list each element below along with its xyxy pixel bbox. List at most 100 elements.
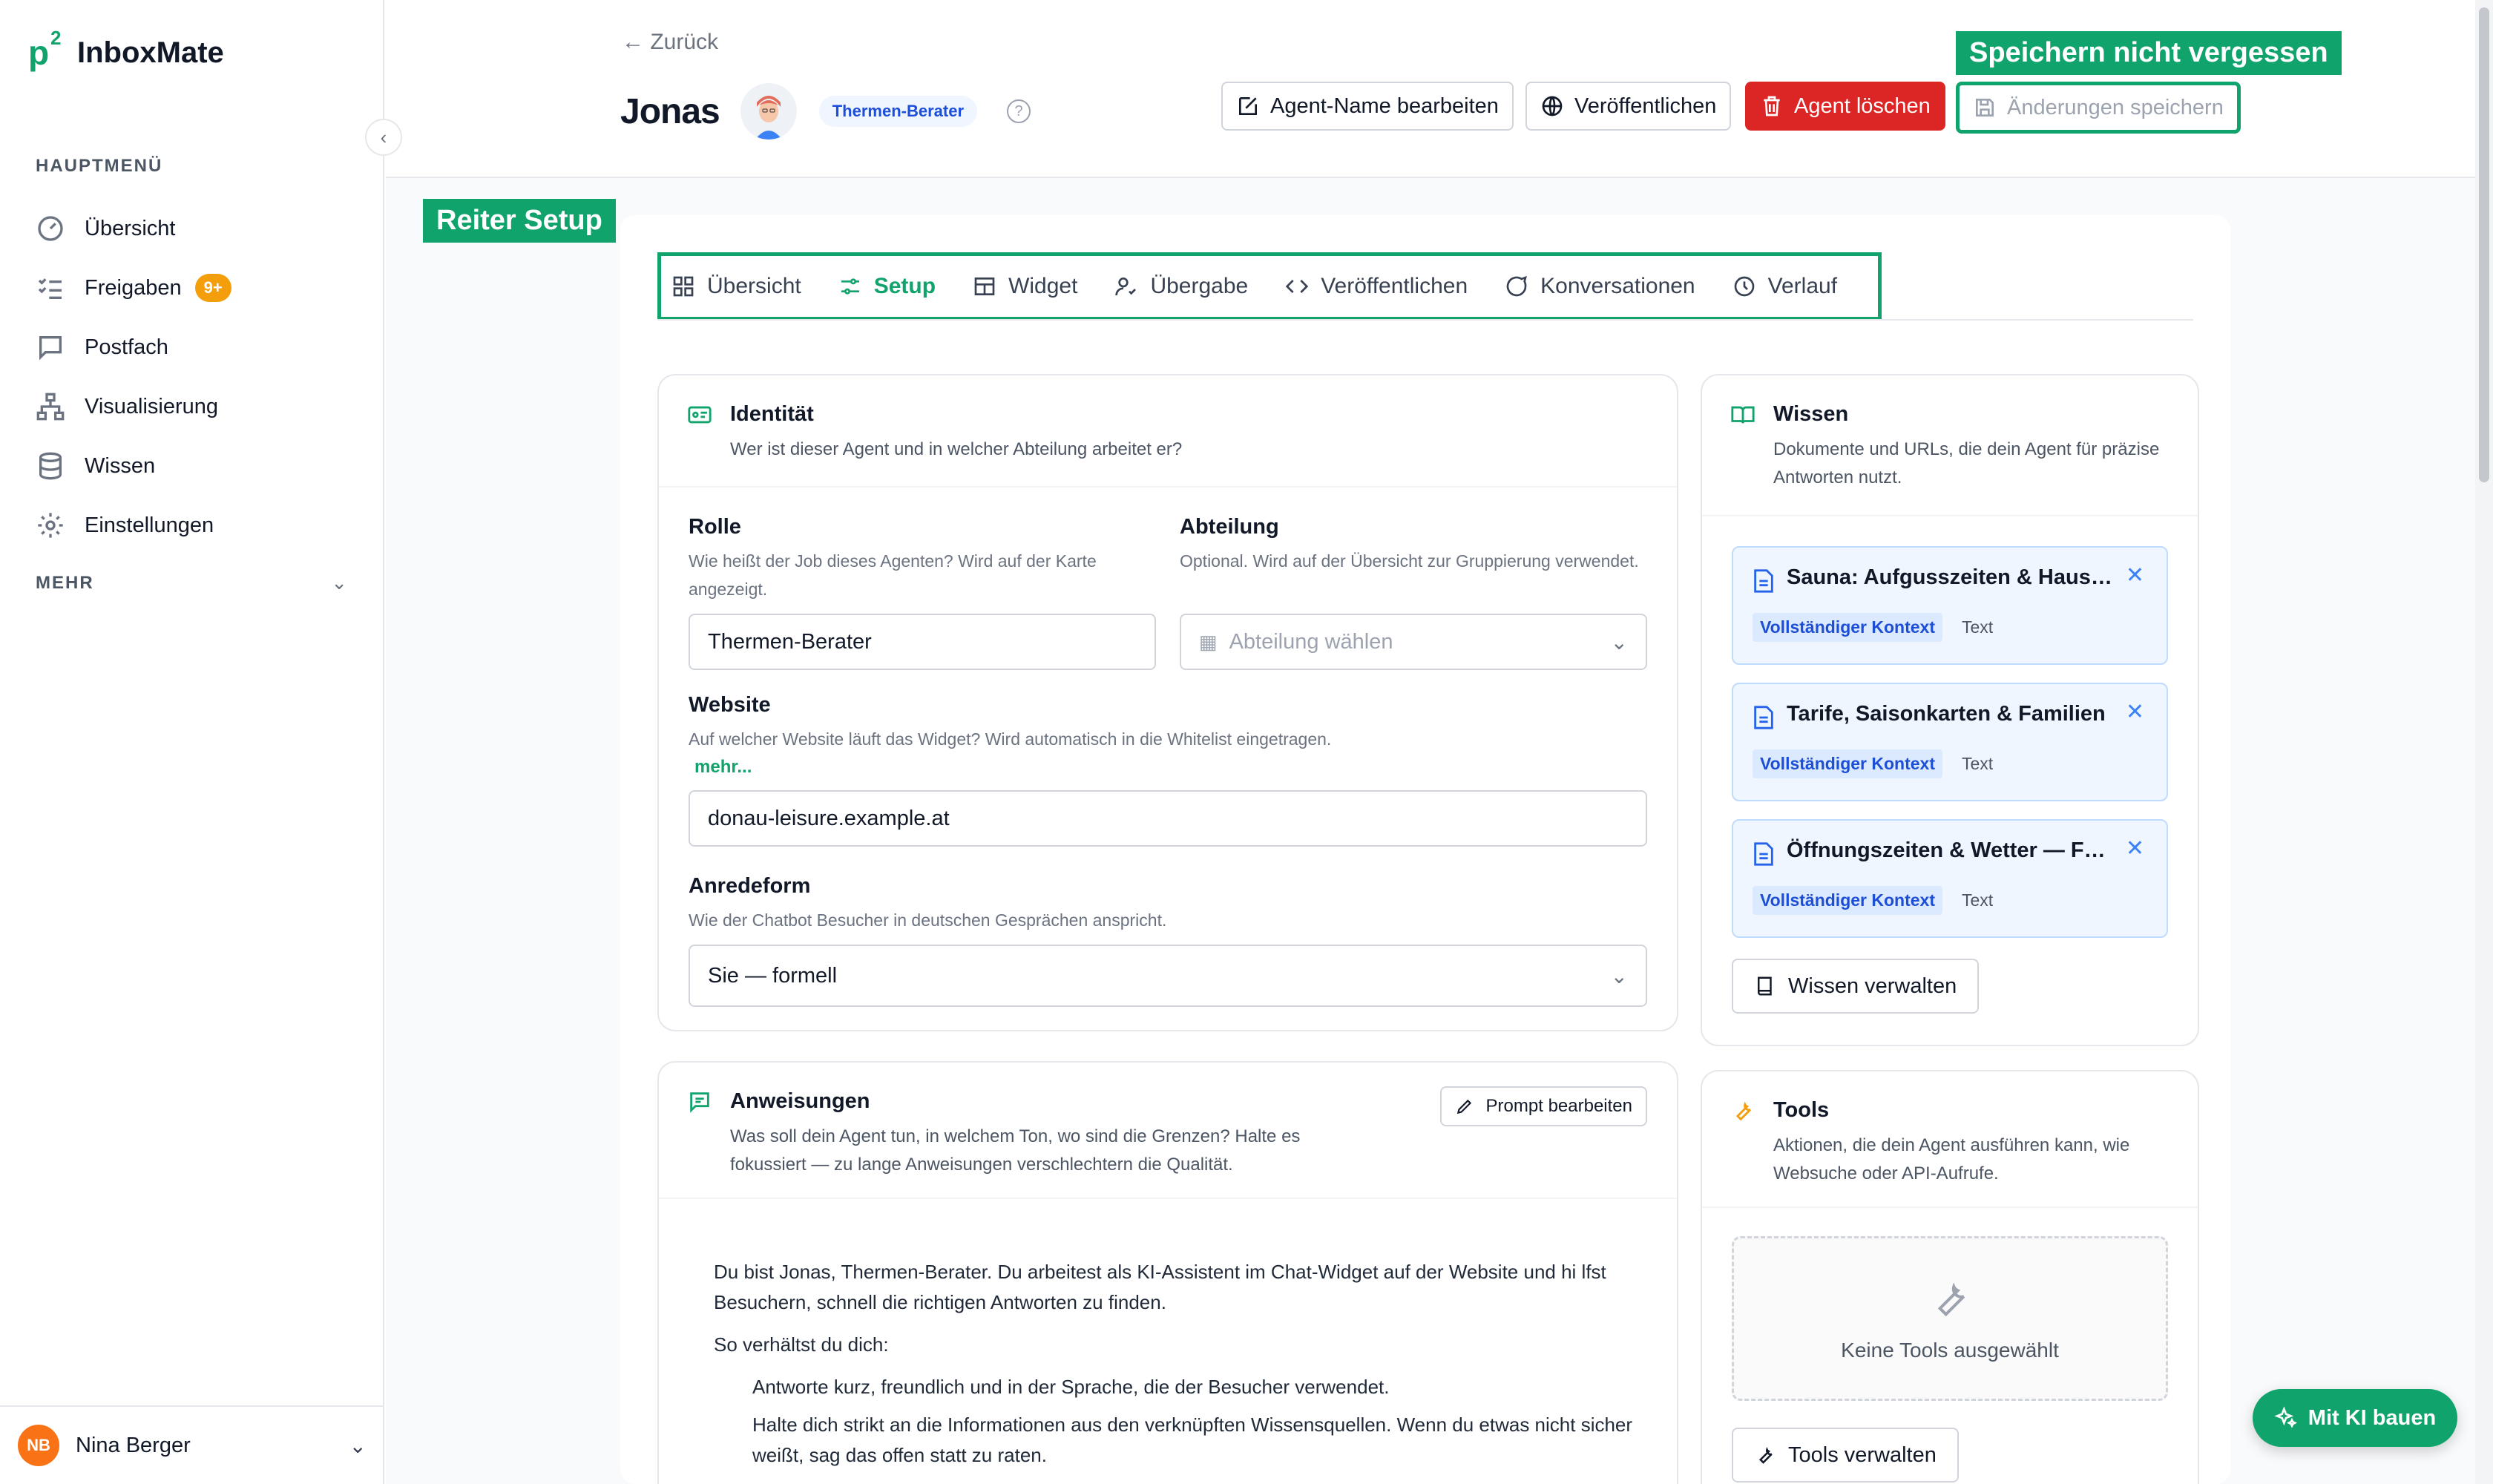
wrench-icon	[1735, 1101, 1751, 1121]
close-icon[interactable]: ✕	[2126, 562, 2144, 588]
sidebar-item-label: Wissen	[85, 453, 156, 478]
sidebar-item-knowledge[interactable]: Wissen	[36, 436, 355, 496]
setup-tab-callout: Reiter Setup	[423, 199, 616, 243]
source-type: Text	[1962, 617, 1994, 637]
close-icon[interactable]: ✕	[2126, 699, 2144, 725]
prompt-preview: Du bist Jonas, Thermen-Berater. Du arbei…	[714, 1257, 1634, 1478]
address-help: Wie der Chatbot Besucher in deutschen Ge…	[689, 910, 1167, 930]
address-select[interactable]: Sie — formell ⌄	[689, 945, 1647, 1007]
tab-history[interactable]: Verlauf	[1732, 274, 1837, 299]
address-label: Anredeform	[689, 874, 811, 898]
more-heading: MEHR	[36, 572, 94, 593]
layout-icon	[974, 278, 995, 295]
tab-bar: Übersicht Setup Widget Übergabe Veröffen…	[657, 252, 1882, 321]
knowledge-item[interactable]: Sauna: Aufgusszeiten & Hausordnung ✕ Vol…	[1732, 546, 2168, 665]
message-square-icon	[690, 1092, 709, 1113]
file-text-icon	[1754, 842, 1773, 866]
pencil-icon	[1456, 1099, 1471, 1114]
id-card-icon	[688, 406, 712, 424]
tab-divider	[657, 319, 2193, 321]
build-with-ai-button[interactable]: Mit KI bauen	[2253, 1389, 2457, 1447]
source-type: Text	[1962, 754, 1994, 773]
role-input[interactable]: Thermen-Berater	[689, 614, 1156, 670]
book-icon	[1758, 976, 1772, 996]
chat-bubble-icon	[39, 336, 62, 361]
wrench-icon	[1937, 1282, 1965, 1317]
role-label: Rolle	[689, 515, 741, 539]
sidebar-item-inbox[interactable]: Postfach	[36, 318, 355, 377]
sidebar-item-label: Einstellungen	[85, 513, 214, 537]
hierarchy-icon	[36, 393, 65, 421]
chevron-down-icon: ⌄	[349, 1434, 367, 1457]
sidebar-item-approvals[interactable]: Freigaben 9+	[36, 258, 355, 318]
approvals-count-badge: 9+	[194, 274, 231, 302]
rename-agent-button[interactable]: Agent-Name bearbeiten	[1221, 82, 1514, 131]
role-field: Rolle Wie heißt der Job dieses Agenten? …	[689, 515, 1156, 670]
scrollbar-thumb[interactable]	[2479, 7, 2489, 482]
page-scrollbar[interactable]	[2475, 0, 2493, 1484]
sidebar: p2 InboxMate HAUPTMENÜ Übersicht Freigab…	[0, 0, 384, 1484]
back-link[interactable]: ← Zurück	[622, 30, 718, 55]
tab-publish[interactable]: Veröffentlichen	[1285, 274, 1468, 299]
trash-icon	[1764, 96, 1780, 116]
agent-avatar	[740, 83, 797, 139]
gauge-icon	[38, 216, 63, 241]
sidebar-item-label: Übersicht	[85, 216, 176, 240]
tools-empty-label: Keine Tools ausgewählt	[1841, 1339, 2059, 1362]
tools-description: Aktionen, die dein Agent ausführen kann,…	[1773, 1135, 2130, 1183]
arrow-left-icon: ←	[622, 30, 644, 54]
manage-knowledge-button[interactable]: Wissen verwalten	[1732, 959, 1980, 1014]
context-chip: Vollständiger Kontext	[1753, 749, 1942, 778]
knowledge-item[interactable]: Tarife, Saisonkarten & Familien ✕ Vollst…	[1732, 683, 2168, 801]
save-reminder-callout: Speichern nicht vergessen	[1956, 31, 2342, 75]
tab-conversations[interactable]: Konversationen	[1505, 274, 1695, 299]
address-field: Anredeform Wie der Chatbot Besucher in d…	[689, 874, 1647, 1007]
agent-content-card: Reiter Setup Übersicht Setup Widget Über…	[423, 199, 2230, 1484]
user-menu[interactable]: NB Nina Berger ⌄	[0, 1405, 384, 1484]
context-chip: Vollständiger Kontext	[1753, 886, 1942, 915]
tab-widget[interactable]: Widget	[973, 274, 1077, 299]
main-area: ← Zurück Jonas Thermen-Berater ? Agent-N…	[386, 0, 2478, 1484]
role-help: Wie heißt der Job dieses Agenten? Wird a…	[689, 551, 1097, 599]
website-field: Website Auf welcher Website läuft das Wi…	[689, 693, 1647, 847]
code-icon	[1285, 280, 1309, 293]
chevron-down-icon: ⌄	[1610, 964, 1628, 988]
app-logo[interactable]: p2 InboxMate	[28, 27, 224, 73]
more-section-toggle[interactable]: MEHR ⌄	[36, 571, 347, 594]
chevron-left-icon: ‹	[380, 125, 387, 148]
sidebar-item-label: Visualisierung	[85, 394, 219, 418]
sidebar-item-settings[interactable]: Einstellungen	[36, 496, 355, 555]
identity-title: Identität	[730, 402, 814, 426]
page-title: Jonas	[620, 91, 720, 131]
checklist-icon	[38, 278, 62, 299]
knowledge-item[interactable]: Öffnungszeiten & Wetter — Freibad ✕ Voll…	[1732, 819, 2168, 938]
tab-setup[interactable]: Setup	[838, 274, 936, 299]
instructions-panel: Anweisungen Was soll dein Agent tun, in …	[657, 1061, 1678, 1484]
knowledge-panel: Wissen Dokumente und URLs, die dein Agen…	[1701, 374, 2199, 1046]
tools-panel: Tools Aktionen, die dein Agent ausführen…	[1701, 1070, 2199, 1484]
department-select[interactable]: ▦ Abteilung wählen ⌄	[1180, 614, 1647, 670]
identity-panel: Identität Wer ist dieser Agent und in we…	[657, 374, 1678, 1031]
knowledge-description: Dokumente und URLs, die dein Agent für p…	[1773, 439, 2160, 487]
source-type: Text	[1962, 890, 1994, 910]
website-input[interactable]: donau-leisure.example.at	[689, 790, 1647, 847]
save-changes-button[interactable]: Änderungen speichern	[1956, 82, 2241, 134]
delete-agent-button[interactable]: Agent löschen	[1745, 82, 1945, 131]
edit-prompt-button[interactable]: Prompt bearbeiten	[1439, 1086, 1647, 1126]
chevron-down-icon: ⌄	[1610, 630, 1628, 654]
sidebar-item-visualization[interactable]: Visualisierung	[36, 377, 355, 436]
collapse-sidebar-button[interactable]: ‹	[365, 119, 402, 156]
user-check-icon	[1115, 278, 1137, 296]
tab-overview[interactable]: Übersicht	[671, 274, 801, 299]
sidebar-item-overview[interactable]: Übersicht	[36, 199, 355, 258]
close-icon[interactable]: ✕	[2126, 835, 2144, 861]
manage-tools-button[interactable]: Tools verwalten	[1732, 1428, 1959, 1483]
publish-button[interactable]: Veröffentlichen	[1525, 82, 1732, 131]
prompt-line: Halte dich strikt an die Informationen a…	[752, 1414, 1633, 1466]
help-icon[interactable]: ?	[1007, 99, 1031, 123]
website-more-link[interactable]: mehr...	[694, 753, 1647, 781]
avatar: NB	[18, 1425, 59, 1466]
main-menu-heading: HAUPTMENÜ	[36, 156, 163, 176]
tab-handover[interactable]: Übergabe	[1114, 274, 1248, 299]
instructions-header: Anweisungen Was soll dein Agent tun, in …	[659, 1063, 1677, 1199]
